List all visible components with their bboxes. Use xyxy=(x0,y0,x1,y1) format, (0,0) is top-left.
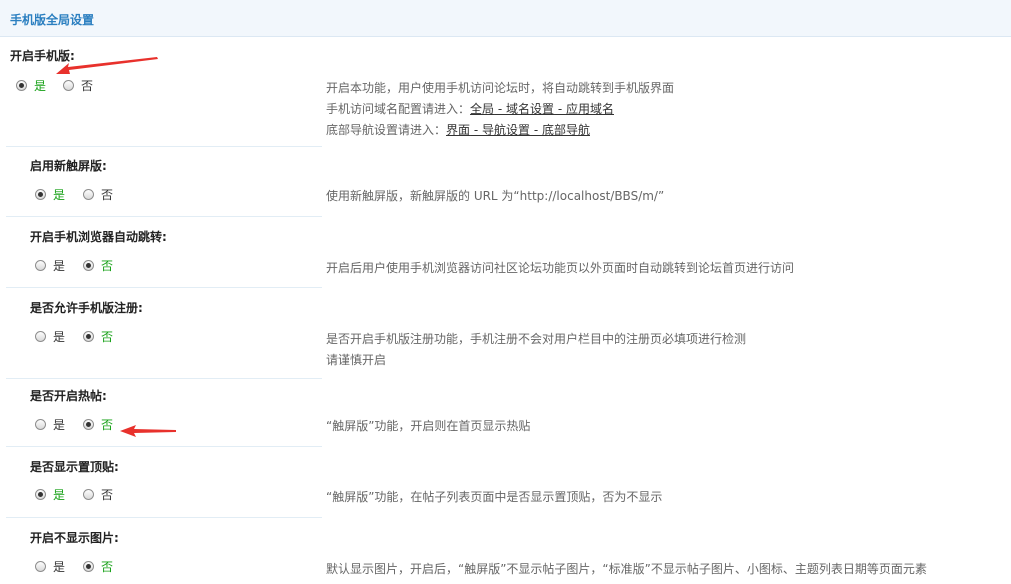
setting-description: 默认显示图片，开启后，“触屏版”不显示帖子图片，“标准版”不显示帖子图片、小图标… xyxy=(326,559,927,580)
radio-no[interactable]: 否 xyxy=(83,486,113,502)
radio-button[interactable] xyxy=(83,188,94,200)
radio-button[interactable] xyxy=(83,259,94,271)
description-line: 使用新触屏版，新触屏版的 URL 为“http://localhost/BBS/… xyxy=(326,189,665,203)
radio-no[interactable]: 否 xyxy=(83,257,113,273)
setting-description: 使用新触屏版，新触屏版的 URL 为“http://localhost/BBS/… xyxy=(326,186,664,207)
radio-yes[interactable]: 是 xyxy=(35,416,65,432)
radio-button[interactable] xyxy=(35,418,46,430)
radio-label: 是 xyxy=(53,258,66,273)
setting-auto-redirect: 开启手机浏览器自动跳转: 是 否 开启后用户使用手机浏览器访问社区论坛功能页以外… xyxy=(0,217,1011,287)
annotation-arrow-icon xyxy=(120,425,176,437)
link-sep[interactable]: - xyxy=(494,102,506,116)
radio-button[interactable] xyxy=(83,418,94,430)
radio-button[interactable] xyxy=(63,79,74,91)
radio-label: 是 xyxy=(53,329,66,344)
description-line: “触屏版”功能，开启则在首页显示热贴 xyxy=(326,419,531,433)
description-prefix: 底部导航设置请进入： xyxy=(326,123,447,137)
radio-label: 是 xyxy=(53,559,66,574)
radio-label: 是 xyxy=(53,487,66,502)
radio-button[interactable] xyxy=(83,560,94,572)
radio-yes[interactable]: 是 xyxy=(35,328,65,344)
setting-description: 开启本功能，用户使用手机访问论坛时，将自动跳转到手机版界面 手机访问域名配置请进… xyxy=(326,78,674,141)
link-bottom-nav[interactable]: 底部导航 xyxy=(542,123,590,137)
radio-label: 是 xyxy=(34,78,47,93)
radio-label: 是 xyxy=(53,187,66,202)
radio-no[interactable]: 否 xyxy=(83,328,113,344)
description-line: 是否开启手机版注册功能，手机注册不会对用户栏目中的注册页必填项进行检测 xyxy=(326,332,747,346)
description-line: 开启后用户使用手机浏览器访问社区论坛功能页以外页面时自动跳转到论坛首页进行访问 xyxy=(326,261,795,275)
annotation-arrow-icon xyxy=(56,57,158,74)
radio-label: 否 xyxy=(101,417,114,432)
link-global[interactable]: 全局 xyxy=(470,102,494,116)
setting-description: “触屏版”功能，开启则在首页显示热贴 xyxy=(326,416,530,437)
setting-new-touch: 启用新触屏版: 是 否 使用新触屏版，新触屏版的 URL 为“http://lo… xyxy=(0,147,1011,216)
setting-label: 开启手机浏览器自动跳转: xyxy=(30,230,167,244)
setting-label: 是否开启热帖: xyxy=(30,389,107,403)
setting-label: 是否显示置顶贴: xyxy=(30,460,119,474)
radio-label: 是 xyxy=(53,417,66,432)
radio-label: 否 xyxy=(101,258,114,273)
radio-button[interactable] xyxy=(35,560,46,572)
description-line: 手机访问域名配置请进入：全局 - 域名设置 - 应用域名 xyxy=(326,99,674,120)
radio-yes[interactable]: 是 xyxy=(35,486,65,502)
radio-label: 否 xyxy=(101,487,114,502)
radio-yes[interactable]: 是 xyxy=(35,257,65,273)
setting-description: 是否开启手机版注册功能，手机注册不会对用户栏目中的注册页必填项进行检测 请谨慎开… xyxy=(326,329,746,371)
setting-hide-images: 开启不显示图片: 是 否 默认显示图片，开启后，“触屏版”不显示帖子图片，“标准… xyxy=(0,518,1011,584)
radio-no[interactable]: 否 xyxy=(83,186,113,202)
setting-label: 启用新触屏版: xyxy=(30,159,107,173)
radio-button[interactable] xyxy=(16,79,27,91)
link-nav-settings[interactable]: 导航设置 xyxy=(482,123,530,137)
setting-description: “触屏版”功能，在帖子列表页面中是否显示置顶贴，否为不显示 xyxy=(326,487,662,508)
radio-no[interactable]: 否 xyxy=(83,558,113,574)
link-sep[interactable]: - xyxy=(554,102,566,116)
radio-yes[interactable]: 是 xyxy=(35,186,65,202)
radio-button[interactable] xyxy=(35,259,46,271)
radio-button[interactable] xyxy=(35,330,46,342)
link-app-domain[interactable]: 应用域名 xyxy=(566,102,614,116)
description-line: “触屏版”功能，在帖子列表页面中是否显示置顶贴，否为不显示 xyxy=(326,490,663,504)
setting-label: 是否允许手机版注册: xyxy=(30,301,143,315)
setting-mobile-register: 是否允许手机版注册: 是 否 是否开启手机版注册功能，手机注册不会对用户栏目中的… xyxy=(0,288,1011,378)
radio-yes[interactable]: 是 xyxy=(16,77,46,93)
radio-button[interactable] xyxy=(83,330,94,342)
radio-button[interactable] xyxy=(35,188,46,200)
description-line: 默认显示图片，开启后，“触屏版”不显示帖子图片，“标准版”不显示帖子图片、小图标… xyxy=(326,562,927,576)
link-domain-settings[interactable]: 域名设置 xyxy=(506,102,554,116)
radio-label: 否 xyxy=(101,187,114,202)
page-title: 手机版全局设置 xyxy=(10,13,95,27)
setting-description: 开启后用户使用手机浏览器访问社区论坛功能页以外页面时自动跳转到论坛首页进行访问 xyxy=(326,258,794,279)
radio-button[interactable] xyxy=(83,488,94,500)
description-line: 底部导航设置请进入：界面 - 导航设置 - 底部导航 xyxy=(326,120,674,141)
radio-no[interactable]: 否 xyxy=(83,416,113,432)
setting-sticky-posts: 是否显示置顶贴: 是 否 “触屏版”功能，在帖子列表页面中是否显示置顶贴，否为不… xyxy=(0,447,1011,517)
radio-button[interactable] xyxy=(35,488,46,500)
link-sep[interactable]: - xyxy=(470,123,482,137)
radio-label: 否 xyxy=(101,559,114,574)
settings-header: 手机版全局设置 xyxy=(0,0,1011,37)
description-line: 开启本功能，用户使用手机访问论坛时，将自动跳转到手机版界面 xyxy=(326,81,675,95)
description-prefix: 手机访问域名配置请进入： xyxy=(326,102,471,116)
description-line: 请谨慎开启 xyxy=(326,353,387,367)
radio-yes[interactable]: 是 xyxy=(35,558,65,574)
link-sep[interactable]: - xyxy=(530,123,542,137)
radio-label: 否 xyxy=(101,329,114,344)
link-interface[interactable]: 界面 xyxy=(446,123,470,137)
setting-label: 开启不显示图片: xyxy=(30,531,119,545)
